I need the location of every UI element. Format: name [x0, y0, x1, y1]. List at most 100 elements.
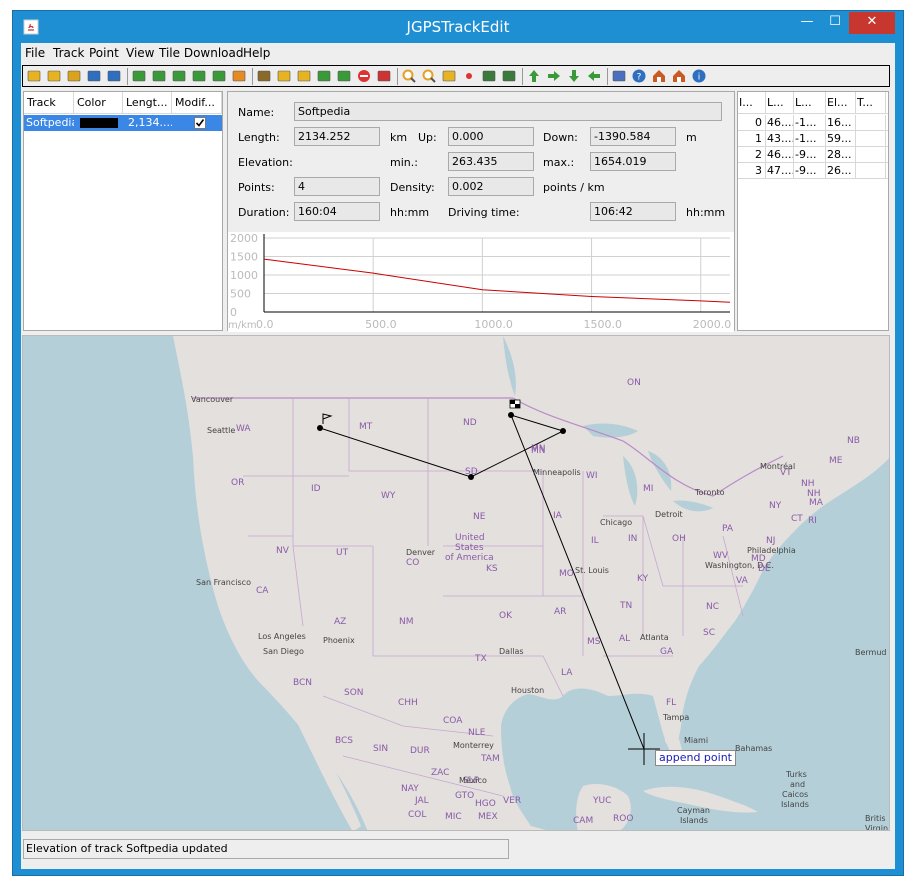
- column-header-latitude[interactable]: L...: [766, 92, 794, 114]
- points-table: I... L... L... El... T... 0 46.... -1... 16…: [737, 91, 889, 331]
- x-tick-label: 0.0: [256, 318, 274, 331]
- split-icon[interactable]: [191, 68, 207, 84]
- record-icon[interactable]: [461, 68, 477, 84]
- zoom-out-icon[interactable]: [421, 68, 437, 84]
- min-field: 263.435: [448, 152, 534, 171]
- table-row[interactable]: 2 46.... -9... 28...: [738, 147, 888, 163]
- table-row[interactable]: Softpedia 2,134....: [24, 115, 222, 131]
- point-time-cell: [856, 147, 886, 163]
- map-label: IN: [628, 534, 638, 544]
- append-point-tooltip: append point: [655, 750, 736, 766]
- minimize-button[interactable]: —: [793, 12, 821, 34]
- tools-icon[interactable]: [611, 68, 627, 84]
- column-header-longitude[interactable]: L...: [794, 92, 826, 114]
- refresh-icon[interactable]: [151, 68, 167, 84]
- table-row[interactable]: 1 43.... -1... 59...: [738, 131, 888, 147]
- y-tick-label: 1000: [230, 269, 258, 282]
- close-button[interactable]: ✕: [849, 12, 895, 34]
- map-view[interactable]: ON NB MT ND MN WA Seattle Vancouver OR ID SD WY WI MI…: [22, 335, 890, 831]
- arrow-left-icon[interactable]: [586, 68, 602, 84]
- menu-file[interactable]: File: [25, 46, 45, 60]
- open-folder-icon[interactable]: [26, 68, 42, 84]
- menu-view[interactable]: View: [126, 46, 154, 60]
- track-name-cell: Softpedia: [26, 116, 74, 129]
- map-edit-icon[interactable]: [501, 68, 517, 84]
- open-file-icon[interactable]: [66, 68, 82, 84]
- map-label: COL: [408, 810, 427, 820]
- map-label: CT: [791, 514, 803, 524]
- point-latitude-cell: 43....: [767, 131, 794, 147]
- column-header-time[interactable]: T...: [856, 92, 886, 114]
- point-longitude-cell: -9...: [794, 147, 826, 163]
- menu-tile-download[interactable]: Tile Download: [159, 46, 243, 60]
- zoom-in-icon[interactable]: [401, 68, 417, 84]
- save-all-icon[interactable]: [106, 68, 122, 84]
- map-label: PA: [722, 524, 734, 534]
- points-table-header: I... L... L... El... T...: [738, 92, 888, 114]
- point-longitude-cell: -9...: [794, 163, 826, 179]
- map-label: NJ: [766, 536, 776, 546]
- cut-icon[interactable]: [376, 68, 392, 84]
- home-set-icon[interactable]: [671, 68, 687, 84]
- maximize-button[interactable]: ☐: [821, 12, 849, 34]
- menu-track[interactable]: Track: [53, 46, 84, 60]
- map-label: WV: [713, 551, 729, 561]
- column-header-track[interactable]: Track: [24, 92, 74, 114]
- map-label: WI: [586, 471, 598, 481]
- map-label: México: [459, 776, 487, 785]
- anchor-icon[interactable]: [256, 68, 272, 84]
- map-label: States: [455, 543, 484, 553]
- name-field[interactable]: Softpedia: [294, 102, 722, 121]
- map-icon[interactable]: [481, 68, 497, 84]
- map-label: NAY: [401, 784, 419, 794]
- column-header-elevation[interactable]: El...: [826, 92, 856, 114]
- table-row[interactable]: 0 46.... -1... 16...: [738, 115, 888, 131]
- point-latitude-cell: 46....: [767, 147, 794, 163]
- home-icon[interactable]: [651, 68, 667, 84]
- arrow-down-icon[interactable]: [566, 68, 582, 84]
- tracks-table: Track Color Lengt... Modif... Softpedia …: [23, 91, 223, 331]
- toolbar: ? i: [22, 65, 890, 87]
- map-label: Virgin: [865, 824, 889, 831]
- add-point-icon[interactable]: [336, 68, 352, 84]
- fit-icon[interactable]: [441, 68, 457, 84]
- correct-icon[interactable]: [231, 68, 247, 84]
- delete-icon[interactable]: [356, 68, 372, 84]
- track-color-swatch[interactable]: [80, 118, 118, 128]
- x-tick-label: 2000.0: [693, 318, 732, 331]
- reverse-part-icon[interactable]: [296, 68, 312, 84]
- column-header-color[interactable]: Color: [74, 92, 123, 114]
- point-elevation-cell: 16...: [826, 115, 856, 131]
- merge-icon[interactable]: [171, 68, 187, 84]
- map-label: KS: [486, 564, 498, 574]
- map-label: NE: [473, 512, 486, 522]
- menu-point[interactable]: Point: [89, 46, 119, 60]
- density-unit: points / km: [543, 181, 605, 194]
- open-multiple-icon[interactable]: [46, 68, 62, 84]
- undo-icon[interactable]: [316, 68, 332, 84]
- save-icon[interactable]: [86, 68, 102, 84]
- column-header-modified[interactable]: Modif...: [172, 92, 222, 114]
- select-track-icon[interactable]: [131, 68, 147, 84]
- map-label: AZ: [334, 617, 347, 627]
- reverse-icon[interactable]: [276, 68, 292, 84]
- compress-icon[interactable]: [211, 68, 227, 84]
- column-header-index[interactable]: I...: [738, 92, 766, 114]
- arrow-up-icon[interactable]: [526, 68, 542, 84]
- column-header-length[interactable]: Lengt...: [123, 92, 172, 114]
- help-icon[interactable]: ?: [631, 68, 647, 84]
- elevation-label: Elevation:: [238, 156, 293, 169]
- track-modified-checkbox[interactable]: [194, 117, 206, 129]
- down-field: -1390.584: [590, 127, 676, 146]
- menu-help[interactable]: Help: [243, 46, 270, 60]
- point-elevation-cell: 26...: [826, 163, 856, 179]
- arrow-right-icon[interactable]: [546, 68, 562, 84]
- app-window: JGPSTrackEdit — ☐ ✕ File Track Point Vie…: [12, 10, 904, 876]
- map-label: San Francisco: [196, 578, 251, 587]
- elevation-chart: 2000 1500 1000 500 0 0.0 500.0 1000.0 1500.0 2000…: [228, 232, 734, 332]
- y-tick-label: 2000: [230, 232, 258, 245]
- info-icon[interactable]: i: [691, 68, 707, 84]
- table-row[interactable]: 3 47.... -9... 26...: [738, 163, 888, 179]
- map-label: Minneapolis: [533, 468, 581, 477]
- map-label: TX: [475, 654, 487, 664]
